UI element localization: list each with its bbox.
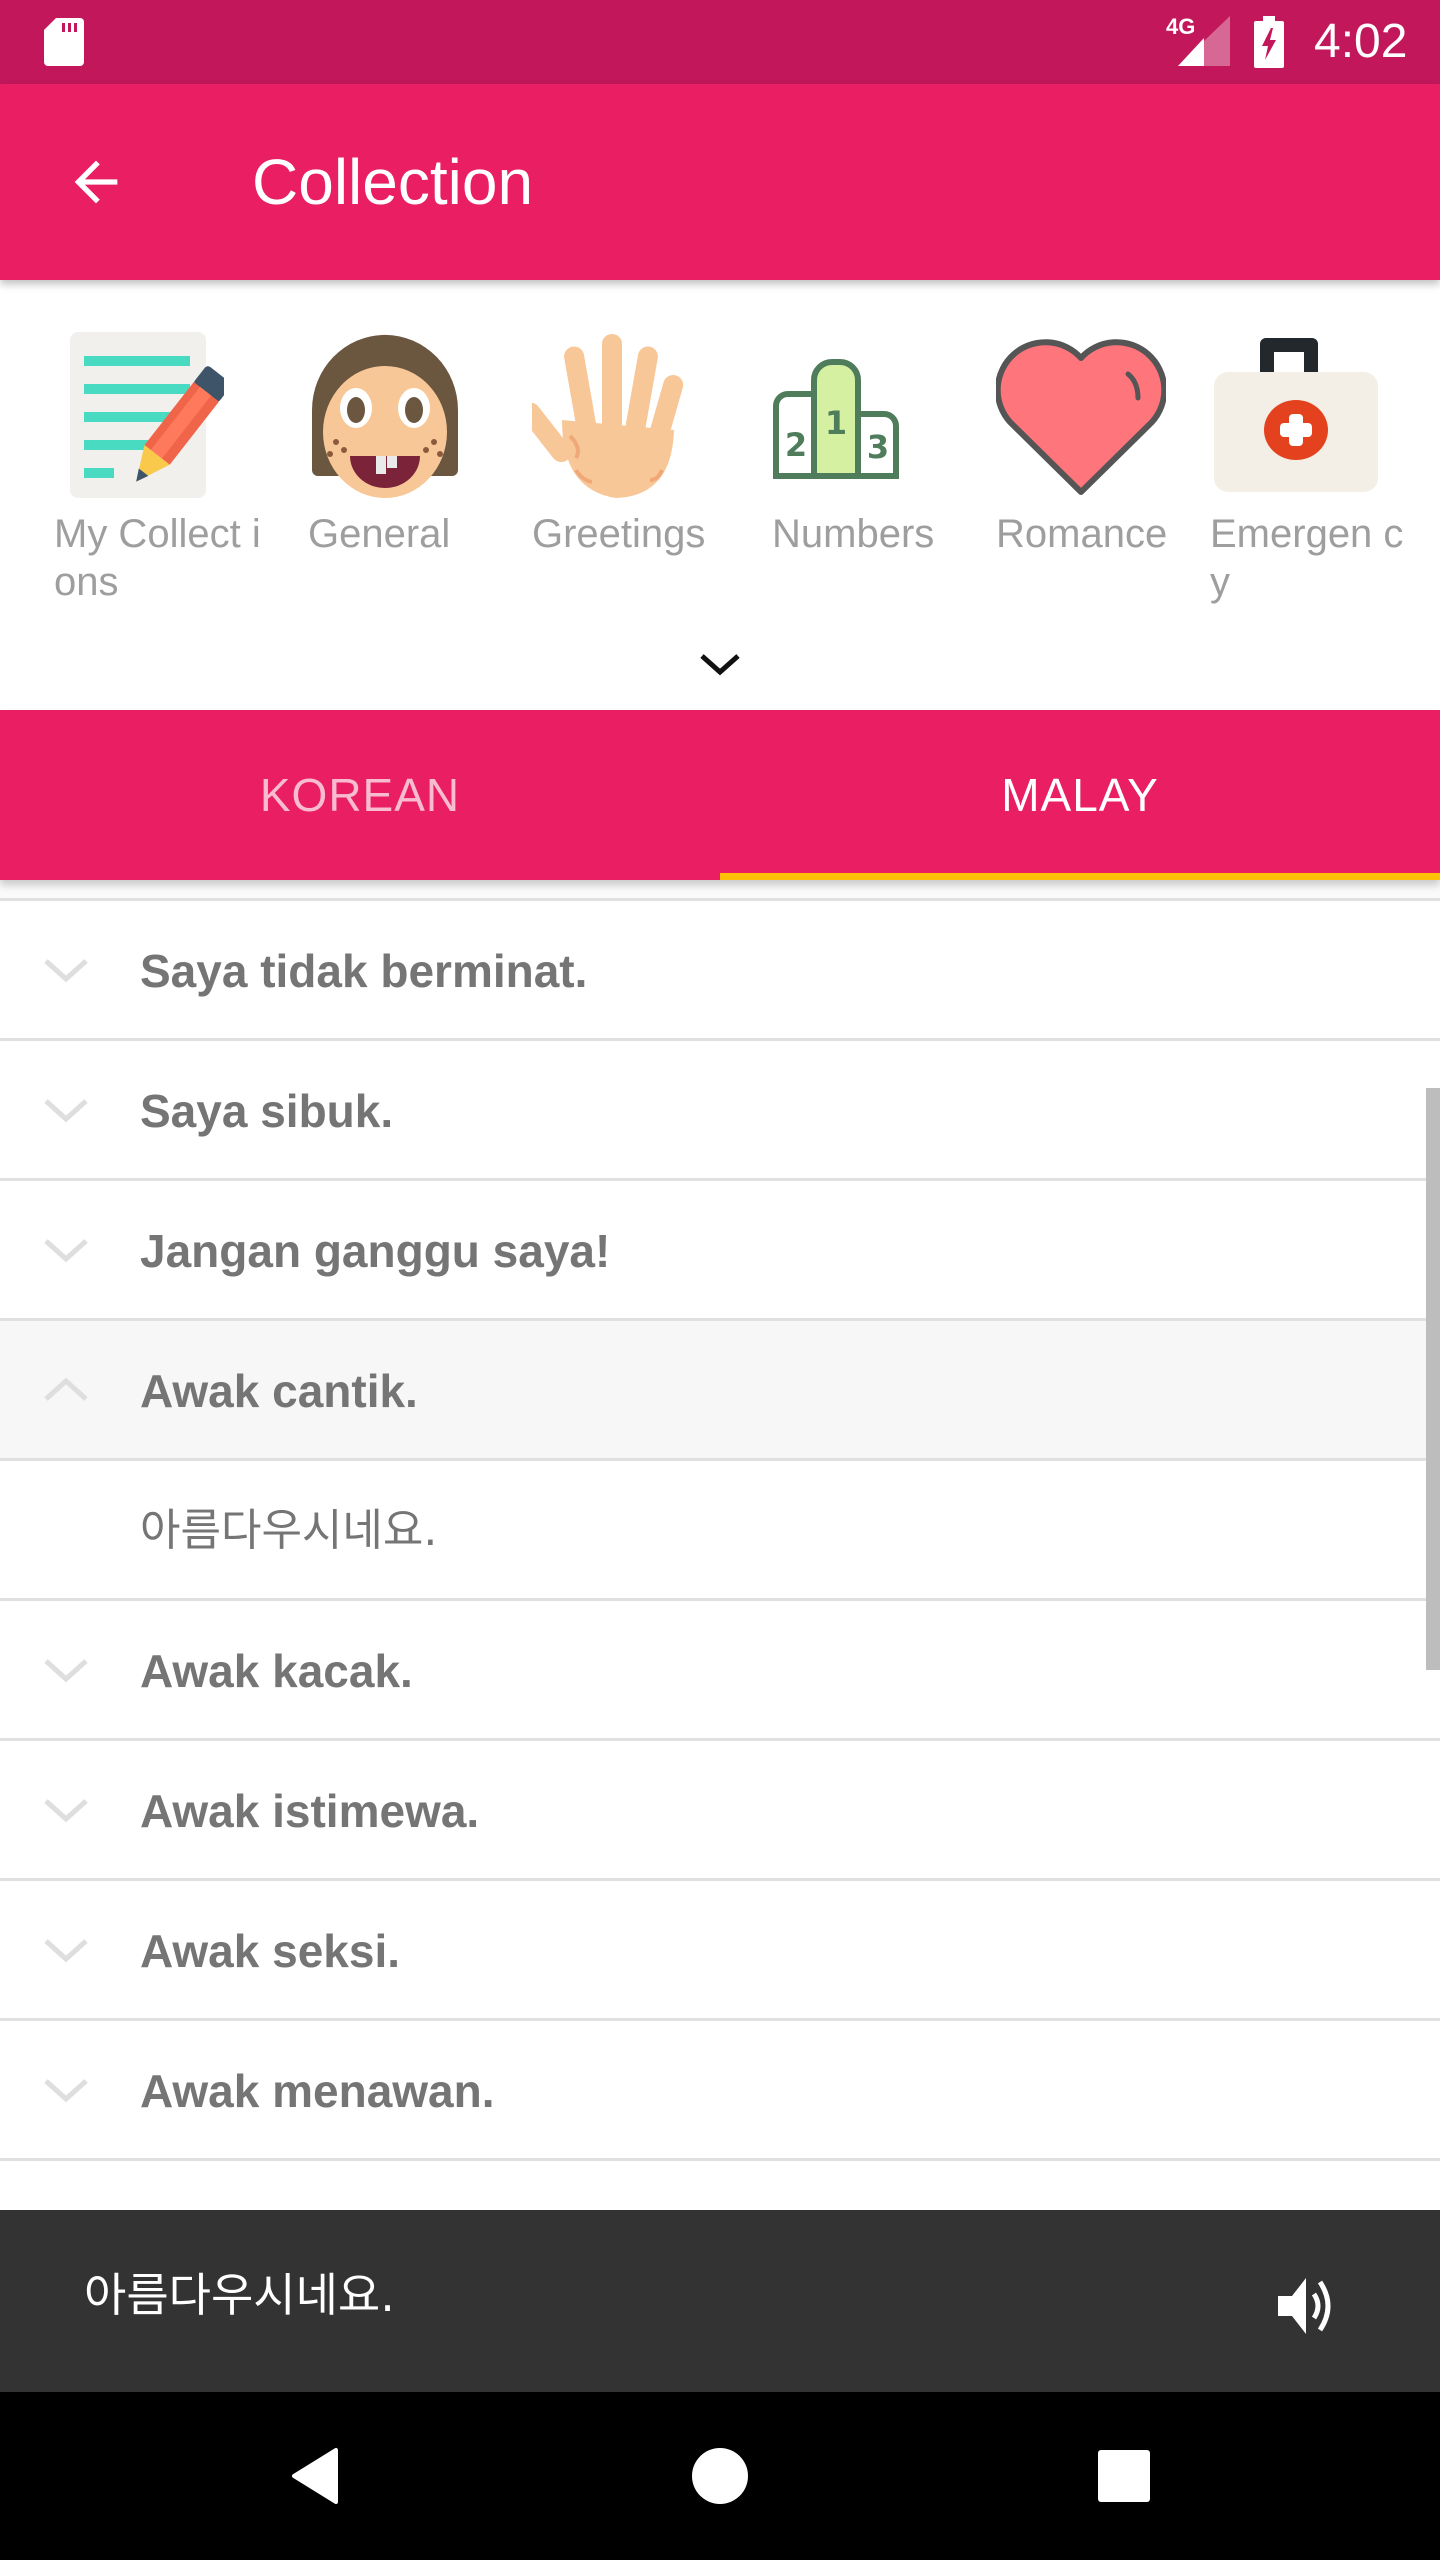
category-label: Greetings — [532, 512, 706, 556]
category-general[interactable]: General — [308, 330, 518, 558]
svg-text:2: 2 — [785, 426, 807, 464]
list-item-expanded[interactable]: Awak cantik. — [0, 1318, 1440, 1458]
list-item[interactable]: Awak istimewa. — [0, 1738, 1440, 1878]
sd-card-icon — [44, 18, 84, 66]
tab-korean[interactable]: KOREAN — [0, 710, 720, 880]
phrase-text: Awak cantik. — [140, 1365, 418, 1417]
clock: 4:02 — [1314, 15, 1408, 68]
category-label: Numbers — [772, 512, 935, 556]
system-nav-bar — [0, 2392, 1440, 2560]
app-bar: Collection — [0, 84, 1440, 280]
page-title: Collection — [252, 146, 534, 218]
first-aid-kit-icon — [1214, 338, 1378, 492]
category-label: Romance — [996, 512, 1168, 556]
phrase-text: Saya sibuk. — [140, 1085, 394, 1137]
recents-nav-icon — [1098, 2450, 1150, 2502]
battery-charging-icon — [1254, 16, 1284, 68]
chevron-down-icon[interactable] — [690, 640, 750, 690]
play-audio-button[interactable] — [1270, 2266, 1350, 2346]
smiling-face-icon — [312, 334, 458, 498]
phrase-text: Jangan ganggu saya! — [140, 1225, 611, 1277]
player-text: 아름다우시네요. — [84, 2268, 395, 2322]
audio-player-bar: 아름다우시네요. — [0, 2210, 1440, 2392]
nav-back-button[interactable] — [276, 2436, 356, 2516]
translation-row: 아름다우시네요. — [0, 1458, 1440, 1598]
list-scrollbar[interactable] — [1426, 1088, 1440, 1670]
category-emergency[interactable]: Emergen cy — [1210, 330, 1420, 606]
home-nav-icon — [692, 2448, 748, 2504]
phrase-text: Awak menawan. — [140, 2065, 495, 2117]
phrase-text: Awak kacak. — [140, 1645, 413, 1697]
status-bar: 4G 4:02 — [0, 0, 1440, 84]
arrow-back-icon — [74, 160, 118, 204]
signal-icon — [1178, 16, 1230, 66]
phrase-text: Awak seksi. — [140, 1925, 401, 1977]
list-item-partial[interactable] — [0, 2158, 1440, 2210]
heart-icon — [996, 339, 1166, 495]
chevron-down-icon — [44, 2079, 88, 2103]
tab-indicator — [720, 873, 1440, 880]
notepad-pencil-icon — [70, 332, 224, 498]
phrase-text: Saya tidak berminat. — [140, 945, 588, 997]
list-item[interactable]: Awak seksi. — [0, 1878, 1440, 2018]
list-item[interactable]: Saya sibuk. — [0, 1038, 1440, 1178]
chevron-down-icon — [44, 1099, 88, 1123]
category-label: My Collect ions — [54, 512, 261, 604]
tab-malay[interactable]: MALAY — [720, 710, 1440, 880]
phrase-list: Saya tidak berminat. Saya sibuk. Jangan … — [0, 880, 1440, 2210]
category-numbers[interactable]: 2 1 3 Numbers — [772, 330, 982, 558]
chevron-up-icon — [44, 1377, 88, 1401]
category-romance[interactable]: Romance — [996, 330, 1206, 558]
category-strip: My Collect ions General Greetings 2 1 3 … — [0, 280, 1440, 710]
chevron-down-icon — [44, 1799, 88, 1823]
category-label: General — [308, 512, 451, 556]
translation-text: 아름다우시네요. — [140, 1505, 438, 1556]
category-my-collections[interactable]: My Collect ions — [54, 330, 264, 606]
podium-icon: 2 1 3 — [773, 359, 899, 479]
phrase-text: Awak istimewa. — [140, 1785, 480, 1837]
svg-text:1: 1 — [825, 404, 847, 442]
chevron-down-icon — [44, 1239, 88, 1263]
category-greetings[interactable]: Greetings — [532, 330, 742, 558]
list-item[interactable]: Jangan ganggu saya! — [0, 1178, 1440, 1318]
nav-home-button[interactable] — [680, 2436, 760, 2516]
svg-text:3: 3 — [867, 428, 889, 466]
chevron-down-icon — [44, 959, 88, 983]
back-nav-icon — [292, 2448, 338, 2504]
waving-hand-icon — [532, 334, 684, 498]
chevron-down-icon — [44, 1939, 88, 1963]
category-label: Emergen cy — [1210, 512, 1404, 604]
nav-recents-button[interactable] — [1084, 2436, 1164, 2516]
list-item[interactable]: Awak kacak. — [0, 1598, 1440, 1738]
list-item[interactable]: Awak menawan. — [0, 2018, 1440, 2158]
back-button[interactable] — [56, 142, 136, 222]
language-tabs: KOREAN MALAY — [0, 710, 1440, 880]
list-item[interactable]: Saya tidak berminat. — [0, 898, 1440, 1038]
volume-up-icon — [1278, 2278, 1331, 2334]
chevron-down-icon — [44, 1659, 88, 1683]
